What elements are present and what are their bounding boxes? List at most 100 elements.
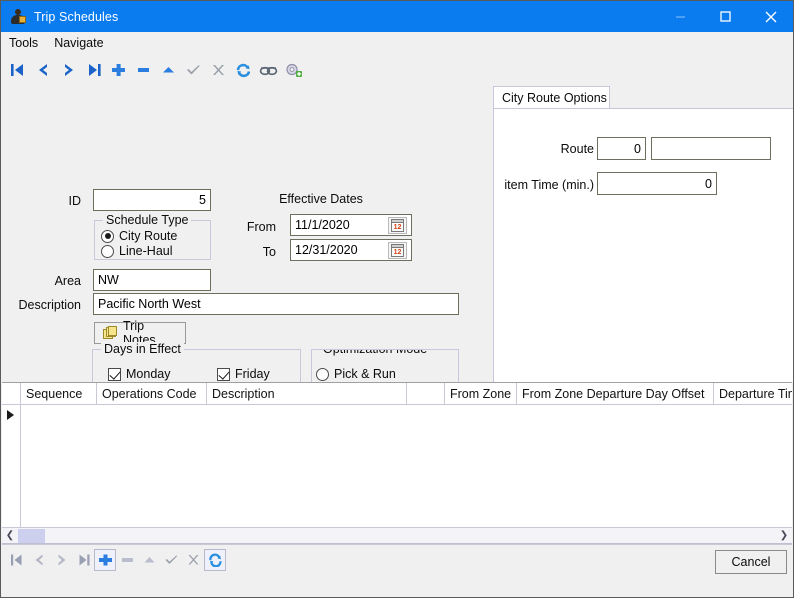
notes-icon (103, 326, 118, 340)
window-title: Trip Schedules (34, 10, 118, 24)
to-date-input[interactable]: 12/31/2020 12 (290, 239, 412, 261)
scrollbar-thumb[interactable] (18, 529, 45, 543)
menu-item-tools[interactable]: Tools (1, 34, 46, 52)
tab-city-route-options-label: City Route Options (502, 91, 607, 105)
chevron-left-icon[interactable]: ❮ (2, 528, 18, 543)
radio-city-route-label: City Route (119, 229, 177, 243)
radio-pick-and-run-label: Pick & Run (334, 367, 396, 381)
next-record-icon[interactable] (50, 549, 72, 571)
route-label: Route (554, 142, 594, 156)
save-record-icon[interactable] (181, 58, 206, 82)
city-route-options-body: Route 0 item Time (min.) 0 (493, 108, 793, 382)
radio-city-route-marker (101, 230, 114, 243)
stem-time-input[interactable]: 0 (597, 172, 717, 195)
close-icon[interactable] (748, 1, 793, 32)
optimization-mode-title: Optimization Mode (320, 349, 430, 356)
refresh-icon[interactable] (204, 549, 226, 571)
last-record-icon[interactable] (72, 549, 94, 571)
grid-column-from-zone-departure-day-offset[interactable]: From Zone Departure Day Offset (517, 383, 714, 404)
to-label: To (226, 245, 276, 259)
radio-line-haul-marker (101, 245, 114, 258)
trip-schedules-window: Trip Schedules Tools Navigate (0, 0, 794, 598)
checkbox-friday[interactable]: Friday (217, 367, 270, 381)
delete-record-icon[interactable] (116, 549, 138, 571)
area-input[interactable]: NW (93, 269, 211, 291)
minimize-icon[interactable] (658, 1, 703, 32)
cancel-record-icon[interactable] (206, 58, 231, 82)
city-route-options-panel: City Route Options Route 0 item Time (mi… (493, 86, 793, 382)
edit-record-icon[interactable] (138, 549, 160, 571)
radio-pick-and-run-marker (316, 368, 329, 381)
bottom-toolbar: Cancel (1, 546, 793, 597)
grid-column-description[interactable]: Description (207, 383, 407, 404)
menu-item-navigate[interactable]: Navigate (46, 34, 111, 52)
person-package-icon (9, 8, 27, 26)
checkbox-friday-label: Friday (235, 367, 270, 381)
title-bar: Trip Schedules (1, 1, 793, 32)
scrollbar-track[interactable] (45, 528, 776, 543)
calendar-icon: 12 (391, 219, 404, 232)
checkbox-friday-marker (217, 368, 230, 381)
radio-pick-and-run[interactable]: Pick & Run (316, 367, 396, 381)
save-record-icon[interactable] (160, 549, 182, 571)
grid-body[interactable] (2, 405, 792, 543)
from-date-value: 11/1/2020 (295, 218, 350, 232)
previous-record-icon[interactable] (28, 549, 50, 571)
chevron-right-icon[interactable]: ❯ (776, 528, 792, 543)
grid-horizontal-scrollbar[interactable]: ❮ ❯ (2, 527, 792, 544)
first-record-icon[interactable] (6, 58, 31, 82)
to-date-value: 12/31/2020 (295, 243, 358, 257)
last-record-icon[interactable] (81, 58, 106, 82)
from-date-input[interactable]: 11/1/2020 12 (290, 214, 412, 236)
window-controls (658, 1, 793, 32)
cancel-button[interactable]: Cancel (715, 550, 787, 574)
checkbox-monday-marker (108, 368, 121, 381)
menu-bar: Tools Navigate (1, 32, 793, 54)
next-record-icon[interactable] (56, 58, 81, 82)
add-record-icon[interactable] (106, 58, 131, 82)
grid-column-departure-time[interactable]: Departure Time (714, 383, 792, 404)
description-label: Description (11, 298, 81, 312)
record-toolbar (1, 56, 794, 84)
schedule-stops-grid: Sequence Operations Code Description Fro… (2, 382, 792, 543)
days-in-effect-title: Days in Effect (101, 342, 184, 356)
area-label: Area (31, 274, 81, 288)
route-number-input[interactable]: 0 (597, 137, 646, 160)
grid-column-spacer[interactable] (407, 383, 445, 404)
cancel-record-icon[interactable] (182, 549, 204, 571)
grid-header-row: Sequence Operations Code Description Fro… (2, 383, 792, 405)
to-date-picker-button[interactable]: 12 (388, 242, 407, 259)
radio-line-haul[interactable]: Line-Haul (101, 244, 173, 258)
previous-record-icon[interactable] (31, 58, 56, 82)
grid-row-gutter (2, 405, 21, 543)
trip-notes-button[interactable]: Trip Notes (94, 322, 186, 344)
id-input[interactable]: 5 (93, 189, 211, 211)
checkbox-monday-label: Monday (126, 367, 170, 381)
id-label: ID (49, 194, 81, 208)
description-input[interactable]: Pacific North West (93, 293, 459, 315)
effective-dates-title: Effective Dates (251, 192, 391, 206)
edit-record-icon[interactable] (156, 58, 181, 82)
schedule-type-title: Schedule Type (103, 213, 191, 227)
checkbox-monday[interactable]: Monday (108, 367, 170, 381)
radio-line-haul-label: Line-Haul (119, 244, 173, 258)
radio-city-route[interactable]: City Route (101, 229, 177, 243)
add-record-icon[interactable] (94, 549, 116, 571)
settings-add-icon[interactable] (281, 58, 306, 82)
maximize-icon[interactable] (703, 1, 748, 32)
grid-column-sequence[interactable]: Sequence (21, 383, 97, 404)
calendar-icon: 12 (391, 244, 404, 257)
grid-record-toolbar (6, 549, 226, 571)
refresh-icon[interactable] (231, 58, 256, 82)
grid-column-from-zone[interactable]: From Zone (445, 383, 517, 404)
grid-column-operations-code[interactable]: Operations Code (97, 383, 207, 404)
from-date-picker-button[interactable]: 12 (388, 217, 407, 234)
from-label: From (226, 220, 276, 234)
first-record-icon[interactable] (6, 549, 28, 571)
stem-time-label: item Time (min.) (489, 178, 594, 192)
route-name-input[interactable] (651, 137, 771, 160)
current-row-arrow-icon (7, 410, 14, 420)
delete-record-icon[interactable] (131, 58, 156, 82)
view-icon[interactable] (256, 58, 281, 82)
tab-city-route-options[interactable]: City Route Options (493, 86, 610, 109)
